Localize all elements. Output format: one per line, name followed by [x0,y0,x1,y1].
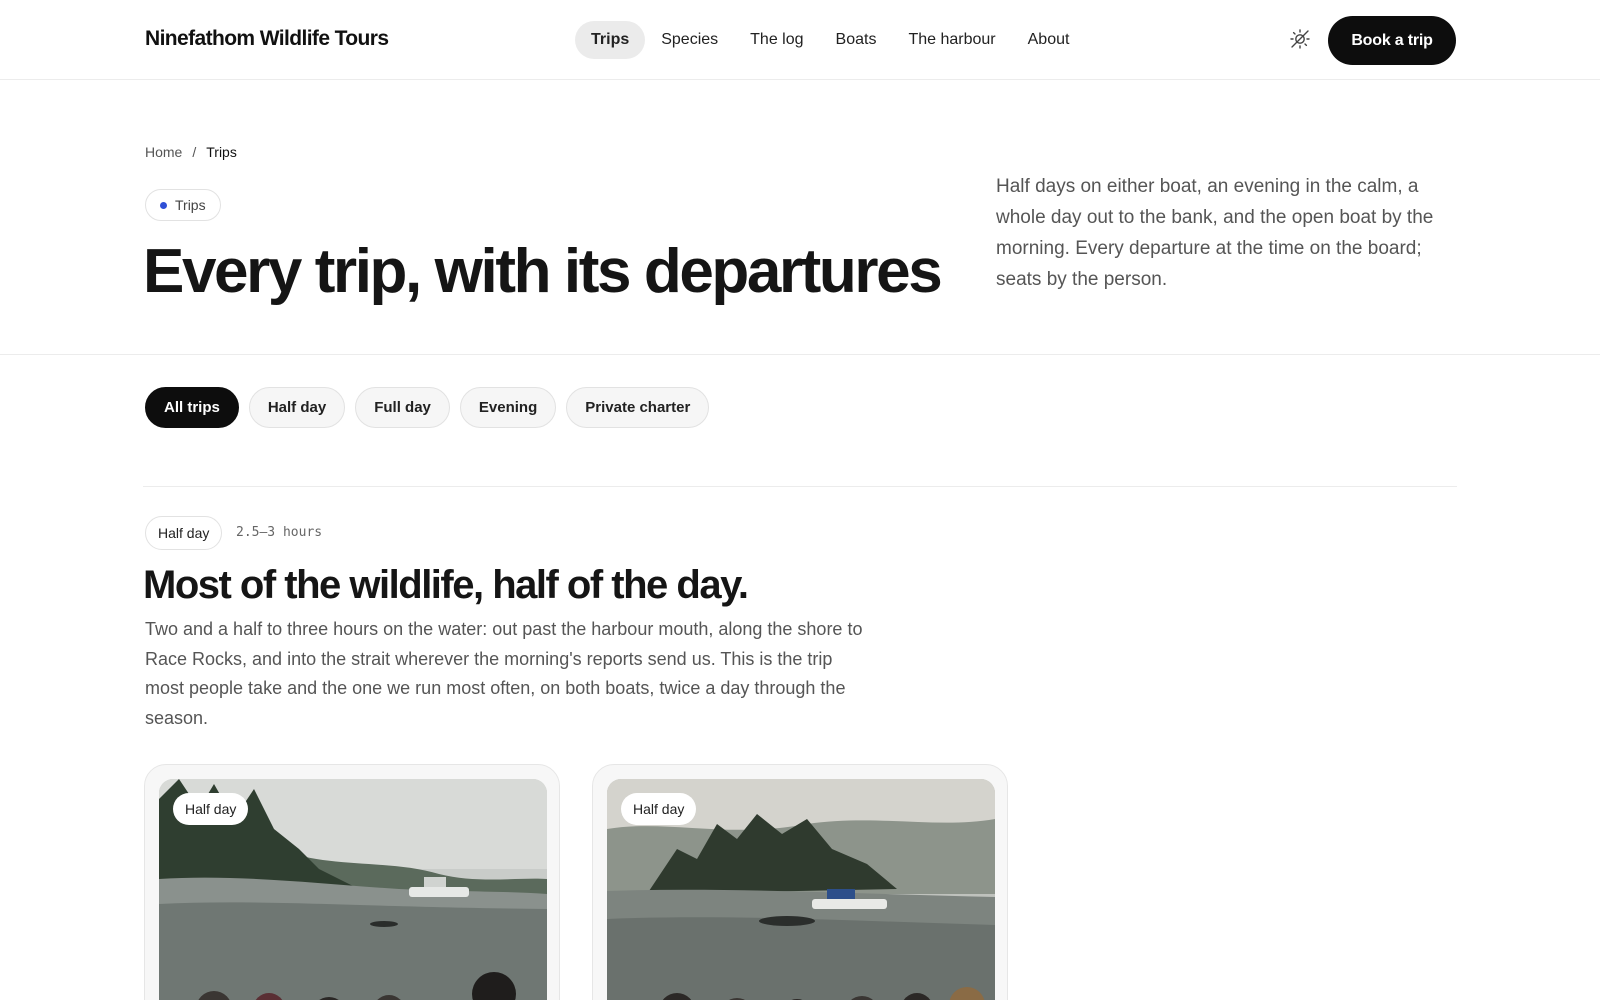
nav-the-log[interactable]: The log [734,21,819,59]
card-badge: Half day [621,793,697,825]
main-nav: Trips Species The log Boats The harbour … [575,21,1085,59]
nav-the-harbour[interactable]: The harbour [892,21,1011,59]
trip-photo: Half day [159,779,547,1000]
card-badge: Half day [173,793,249,825]
trip-filters: All trips Half day Full day Evening Priv… [145,387,710,428]
divider [143,486,1457,487]
breadcrumb-separator: / [192,144,197,160]
filter-half-day[interactable]: Half day [248,387,346,428]
trip-duration: 2.5–3 hours [236,525,323,540]
nav-trips[interactable]: Trips [575,21,646,59]
book-a-trip-button[interactable]: Book a trip [1328,16,1456,65]
section-title: Most of the wildlife, half of the day. [143,563,749,607]
nav-boats[interactable]: Boats [820,21,893,59]
section-description: Two and a half to three hours on the wat… [145,619,863,728]
nav-species[interactable]: Species [645,21,734,59]
filter-private-charter[interactable]: Private charter [566,387,710,428]
trip-type-badge: Half day [145,516,223,550]
breadcrumb: Home / Trips [145,144,237,160]
filter-evening[interactable]: Evening [459,387,557,428]
site-header: Ninefathom Wildlife Tours Trips Species … [0,0,1600,80]
filter-all-trips[interactable]: All trips [145,387,239,428]
page-intro: Half days on either boat, an evening in … [996,176,1434,290]
breadcrumb-home[interactable]: Home [145,144,182,160]
section-pill-label: Trips [175,197,206,213]
nav-about[interactable]: About [1012,21,1086,59]
breadcrumb-current: Trips [206,144,237,160]
brand-logo[interactable]: Ninefathom Wildlife Tours [145,27,389,51]
trip-photo: Half day [607,779,995,1000]
accent-dot-icon [160,201,167,209]
section-pill: Trips [145,189,221,221]
trip-card[interactable]: Half day [592,764,1008,1000]
trip-card[interactable]: Half day [144,764,560,1000]
page-title: Every trip, with its departures [143,237,943,306]
theme-toggle-icon[interactable] [1288,27,1312,51]
filter-full-day[interactable]: Full day [355,387,450,428]
divider [0,354,1600,355]
